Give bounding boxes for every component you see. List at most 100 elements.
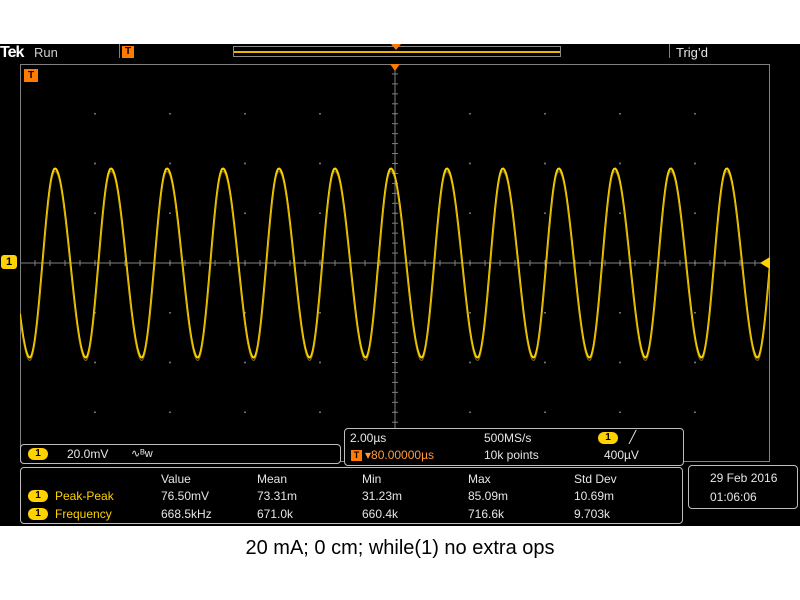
grid-dot [619,212,621,214]
record-length: 10k points [484,448,539,462]
grid-dot [469,411,471,413]
grid-dot [619,312,621,314]
trigger-position-icon[interactable]: T [24,69,38,82]
trigger-level: 400µV [604,448,639,462]
peak-peak-value: 76.50mV [161,489,210,503]
row-badge: 1 [28,508,48,520]
grid-dot [469,312,471,314]
grid-dot [169,64,171,65]
grid-dot [769,113,770,115]
grid-dot [619,113,621,115]
run-status: Run [34,45,58,60]
frequency-min: 660.4k [362,507,399,521]
frequency-max: 716.6k [468,507,505,521]
trigger-slope-icon: ╱ [629,430,637,444]
top-divider [669,44,670,58]
grid-dot [319,411,321,413]
grid-dot [769,162,770,165]
grid-dot [544,411,546,413]
grid-dot [694,461,696,462]
trigger-level-arrow-icon [760,257,770,269]
peak-peak-mean: 73.31m [257,489,298,503]
grid-dot [544,64,546,65]
grid-dot [319,212,321,214]
grid-dot [769,312,770,314]
grid-dot [769,212,770,214]
grid-dot [244,212,246,214]
grid-dot [469,113,471,115]
grid-dot [94,212,96,214]
horizontal-delay: ▾80.00000µs [365,448,434,462]
col-header-min: Min [362,472,382,486]
ch1-ground-marker-icon[interactable]: 1 [1,255,17,269]
grid-dot [319,64,321,65]
grid-dot [20,312,21,314]
grid-dot [544,312,546,314]
grid-dot [94,113,96,115]
frequency-mean: 671.0k [257,507,294,521]
grid-dot [244,361,246,364]
grid-dot [20,411,21,413]
measurement-name: Frequency [55,507,112,521]
bandwidth-limit-icon: ∿ᴮw [131,448,153,460]
col-header-max: Max [468,472,491,486]
timebase-box[interactable]: 2.00µs 500MS/s 1 ╱ T ▾80.00000µs 10k poi… [344,428,684,466]
grid-dot [544,212,546,214]
grid-dot [94,64,96,65]
grid-dot [469,212,471,214]
scope-screen: Tek Run T Trig’d 1 T 1 20.0mV ∿ᴮw 2.00µs… [0,44,800,526]
ch1-scale: 20.0mV [67,447,109,461]
time-per-div: 2.00µs [350,431,387,445]
grid-dot [169,162,171,165]
grid-dot [544,162,546,165]
grid-dot [469,162,471,165]
grid-dot [319,312,321,314]
trigger-position-arrow-icon [390,64,400,71]
grid-dot [694,162,696,165]
grid-dot [169,361,171,364]
grid-dot [169,312,171,314]
grid-dot [94,162,96,165]
sample-rate: 500MS/s [484,431,532,445]
grid-dot [769,361,770,364]
measurements-box[interactable]: Value Mean Min Max Std Dev 1 Peak-Peak 7… [20,467,683,524]
peak-peak-max: 85.09m [468,489,509,503]
record-view-window [234,51,560,53]
col-header-std-dev: Std Dev [574,472,617,486]
grid-dot [244,162,246,165]
peak-peak-min: 31.23m [362,489,403,503]
grid-dot [769,411,770,413]
measurement-name: Peak-Peak [55,489,114,503]
grid-dot [244,113,246,115]
grid-dot [619,411,621,413]
col-header-value: Value [161,472,191,486]
trigger-position-top-icon: T [122,46,134,58]
record-trigger-icon [391,44,401,50]
date-display: 29 Feb 2016 [710,471,778,485]
grid-dot [20,113,21,115]
grid-dot [694,411,696,413]
datetime-box[interactable]: 29 Feb 2016 01:06:06 [688,465,798,509]
caption: 20 mA; 0 cm; while(1) no extra ops [245,537,555,559]
frequency-std-dev: 9.703k [574,507,611,521]
grid-dot [619,64,621,65]
grid-dot [244,411,246,413]
grid-dot [94,361,96,364]
ch1-badge: 1 [28,448,48,460]
grid-dot [694,64,696,65]
grid-dot [20,162,21,165]
grid-dot [20,361,21,364]
grid-dot [469,64,471,65]
grid-dot [694,312,696,314]
peak-peak-std-dev: 10.69m [574,489,615,503]
grid-dot [244,64,246,65]
tek-logo: Tek [0,44,24,61]
grid-dot [694,113,696,115]
channel-1-box[interactable]: 1 20.0mV ∿ᴮw [20,444,341,464]
trigger-source-badge: 1 [598,432,618,444]
grid-dot [319,162,321,165]
grid-dot [544,113,546,115]
grid-dot [169,113,171,115]
delay-icon: T [351,450,362,461]
graticule [20,64,770,462]
